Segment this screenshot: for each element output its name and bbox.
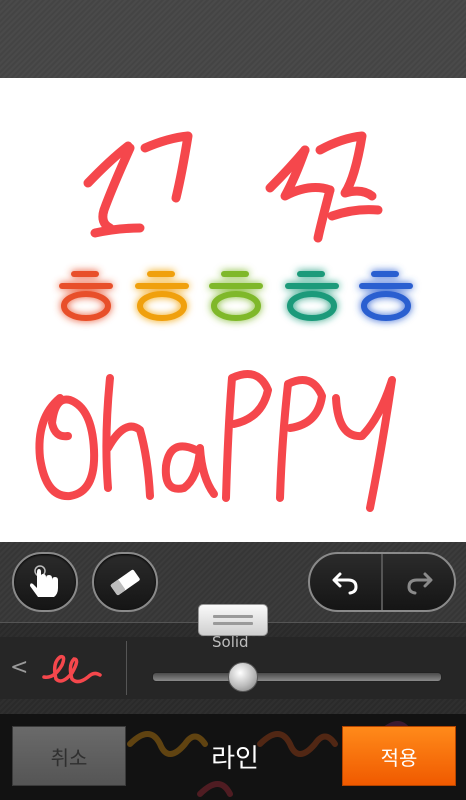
eraser-icon — [110, 569, 140, 595]
top-bar — [0, 0, 466, 80]
undo-icon — [332, 572, 358, 595]
panel-drag-handle[interactable] — [198, 604, 268, 636]
redo-icon — [407, 572, 433, 595]
touch-mode-button[interactable] — [12, 552, 78, 612]
eraser-button[interactable] — [92, 552, 158, 612]
page-title: 라인 — [211, 744, 259, 774]
undo-button[interactable] — [310, 554, 382, 610]
separator — [126, 641, 127, 695]
handwriting-top — [83, 131, 383, 243]
redo-button[interactable] — [383, 554, 454, 610]
undo-redo-group — [308, 552, 456, 612]
line-settings-row: < Solid — [0, 633, 466, 699]
apply-button[interactable]: 적용 — [342, 726, 456, 786]
slider-thumb[interactable] — [228, 662, 259, 692]
rainbow-strokes — [59, 271, 413, 321]
canvas-drawing — [35, 131, 413, 512]
handwriting-bottom — [35, 370, 396, 512]
thickness-slider[interactable] — [152, 662, 442, 692]
drawing-canvas[interactable] — [0, 78, 466, 542]
hand-touch-icon — [30, 565, 58, 597]
red-line-preview-icon[interactable] — [40, 651, 104, 687]
chevron-left-icon[interactable]: < — [10, 655, 28, 680]
bottom-bar: 취소 라인 적용 — [0, 714, 466, 800]
cancel-button[interactable]: 취소 — [12, 726, 126, 786]
